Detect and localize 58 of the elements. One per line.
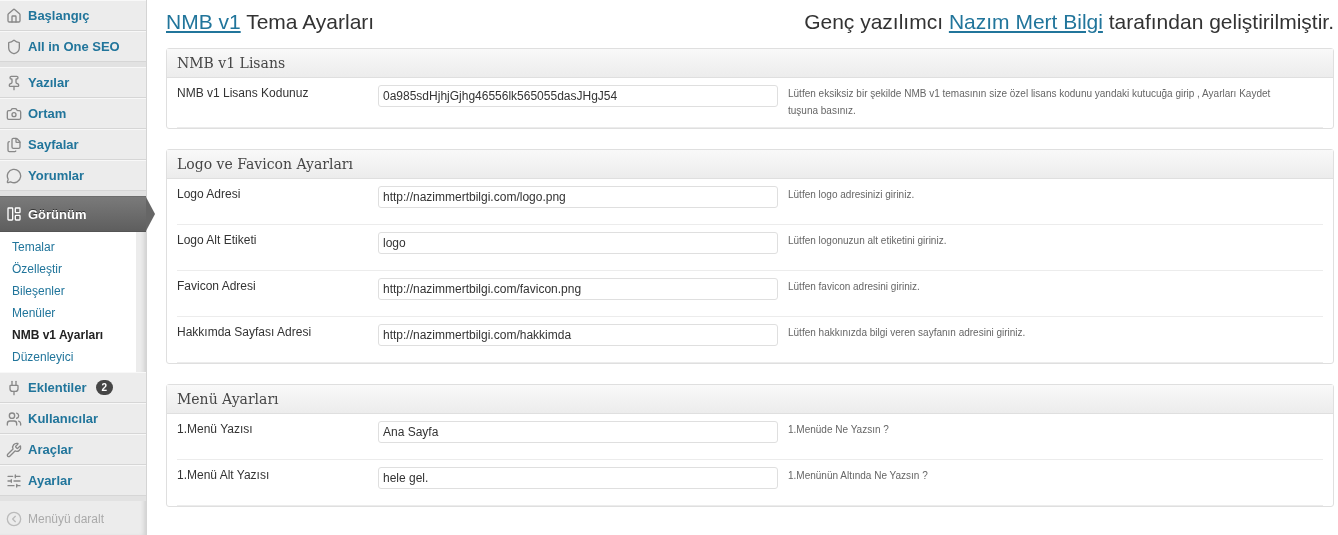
submenu-item[interactable]: Bileşenler <box>0 280 136 302</box>
help-text: 1.Menüde Ne Yazsın ? <box>788 423 890 437</box>
layout-icon <box>6 206 22 222</box>
field-label: Favicon Adresi <box>177 278 257 295</box>
author-credit: Genç yazılımcı Nazım Mert Bilgi tarafından geliştirilmiştir. <box>804 10 1334 34</box>
author-link[interactable]: Nazım Mert Bilgi <box>948 10 1103 33</box>
sidebar-menu-item[interactable]: Araçlar <box>0 434 146 465</box>
input-field[interactable]: Ana Sayfa <box>378 421 778 443</box>
submenu-item[interactable]: Menüler <box>0 302 136 324</box>
input-field[interactable]: logo <box>378 232 778 254</box>
sidebar-menu-item[interactable]: Sayfalar <box>0 129 146 160</box>
field-label: 1.Menü Alt Yazısı <box>177 467 271 484</box>
submenu-item[interactable]: Özelleştir <box>0 258 136 280</box>
speech-bubble-icon <box>6 167 22 184</box>
help-text: 1.Menünün Altında Ne Yazsın ? <box>788 469 929 483</box>
submenu-item[interactable]: Düzenleyici <box>0 346 136 368</box>
wrench-icon <box>6 441 22 458</box>
sidebar-menu-item[interactable]: Ortam <box>0 98 146 129</box>
sliders-icon <box>6 472 22 489</box>
page-title: NMB v1 Tema Ayarları <box>166 10 375 34</box>
house-icon <box>6 7 22 24</box>
submenu-item[interactable]: NMB v1 Ayarları <box>0 324 136 346</box>
field-label: 1.Menü Yazısı <box>177 421 254 438</box>
help-text: Lütfen eksiksiz bir şekilde NMB v1 temasının size özel lisans kodunu yandaki kutucuğa girip , Ayarları Kaydet tuşuna basınız. <box>788 87 1272 118</box>
input-field[interactable]: http://nazimmertbilgi.com/logo.png <box>378 186 778 208</box>
active-pointer <box>146 197 155 231</box>
plug-icon <box>6 379 22 396</box>
shield-icon <box>6 38 22 55</box>
pin-icon <box>6 74 22 91</box>
sidebar-menu-item[interactable]: Yorumlar <box>0 160 146 191</box>
sidebar-menu-item[interactable]: Eklentiler 2 <box>0 372 146 403</box>
field-label: Logo Alt Etiketi <box>177 232 258 249</box>
help-text: Lütfen hakkınızda bilgi veren sayfanın adresini giriniz. <box>788 326 1027 340</box>
field-label: NMB v1 Lisans Kodunuz <box>177 85 310 102</box>
help-text: Lütfen logo adresinizi giriniz. <box>788 188 916 202</box>
help-text: Lütfen logonuzun alt etiketini giriniz. <box>788 234 948 248</box>
panel-title: NMB v1 Lisans <box>167 49 1333 78</box>
field-label: Logo Adresi <box>177 186 242 203</box>
panel-title: Menü Ayarları <box>167 385 1333 414</box>
sidebar-menu-item[interactable]: Yazılar <box>0 67 146 98</box>
sidebar-menu-item[interactable]: All in One SEO <box>0 31 146 62</box>
count-badge: 2 <box>95 380 114 395</box>
input-field[interactable]: hele gel. <box>378 467 778 489</box>
camera-icon <box>6 105 22 122</box>
panel-title: Logo ve Favicon Ayarları <box>167 150 1333 179</box>
submenu-item[interactable]: Temalar <box>0 236 136 258</box>
users-icon <box>6 410 22 427</box>
field-label: Hakkımda Sayfası Adresi <box>177 324 313 341</box>
pages-icon <box>6 136 22 153</box>
collapse-icon <box>6 511 22 527</box>
sidebar-menu-item[interactable]: Kullanıcılar <box>0 403 146 434</box>
help-text: Lütfen favicon adresini giriniz. <box>788 280 921 294</box>
input-field[interactable]: 0a985sdHjhjGjhg46556lk565055dasJHgJ54 <box>378 85 778 107</box>
input-field[interactable]: http://nazimmertbilgi.com/favicon.png <box>378 278 778 300</box>
sidebar-menu-item[interactable]: Başlangıç <box>0 0 146 31</box>
input-field[interactable]: http://nazimmertbilgi.com/hakkimda <box>378 324 778 346</box>
theme-link[interactable]: NMB v1 <box>166 10 241 33</box>
sidebar-menu-item[interactable]: Ayarlar <box>0 465 146 496</box>
